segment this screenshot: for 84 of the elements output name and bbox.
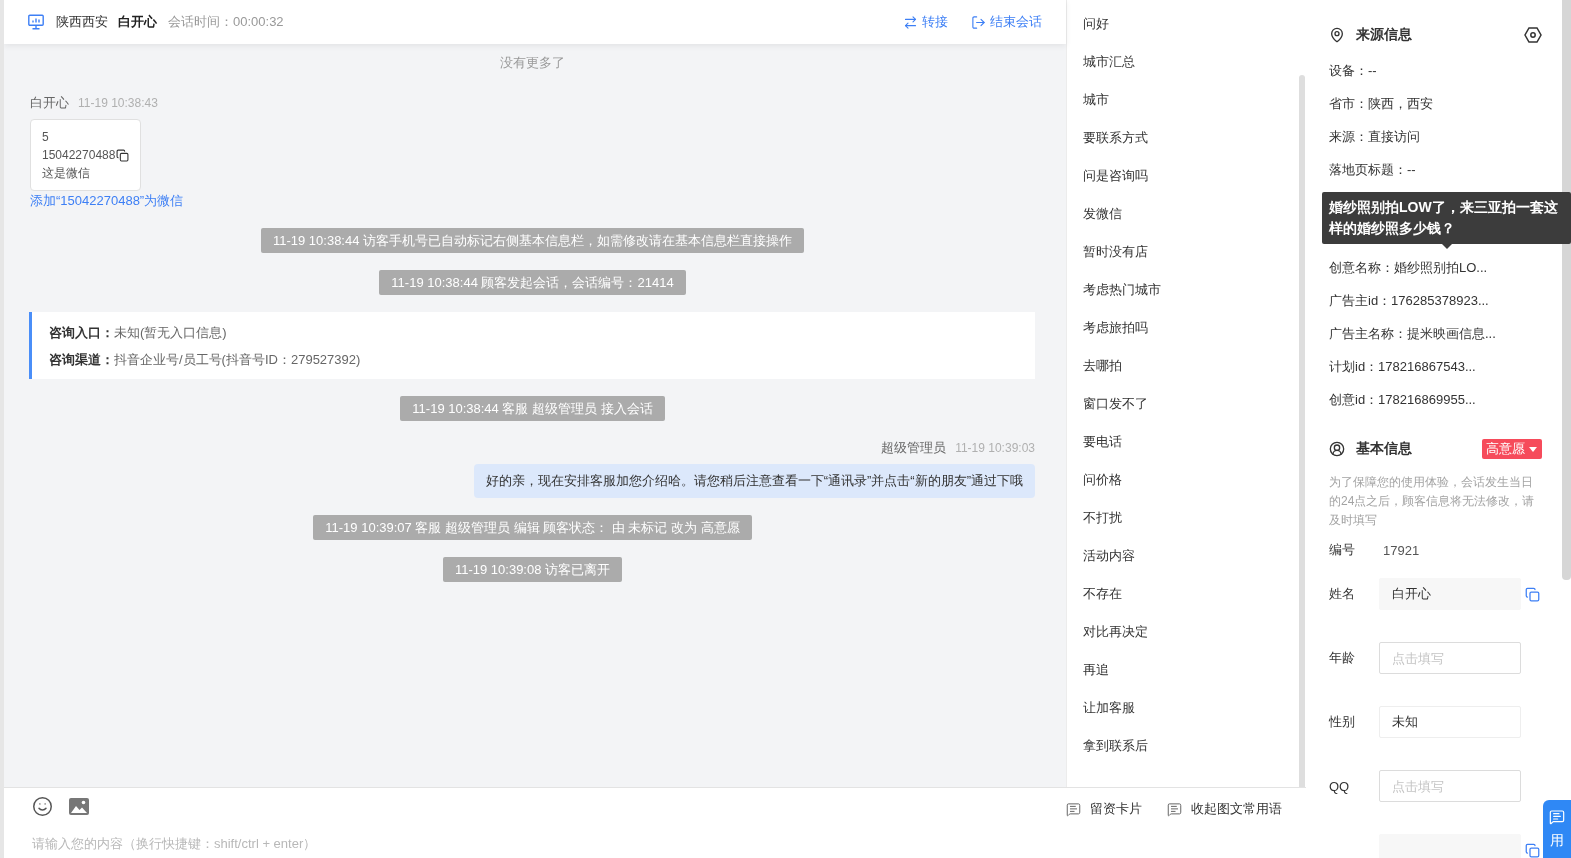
transfer-button[interactable]: 转接 <box>903 13 948 31</box>
info-value: 未知(暂无入口信息) <box>114 324 227 342</box>
quick-reply-item[interactable]: 问价格 <box>1067 461 1130 499</box>
tooltip: 婚纱照别拍LOW了，来三亚拍一套这样的婚纱照多少钱？ <box>1322 192 1571 249</box>
quick-reply-item[interactable]: 活动内容 <box>1067 537 1143 575</box>
monitor-icon <box>28 14 44 30</box>
message-time: 11-19 10:39:03 <box>955 440 1035 457</box>
system-message: 11-19 10:38:44 访客手机号已自动标记右侧基本信息栏，如需修改请在基本信息栏直接操作 <box>260 228 805 253</box>
field-label: 年龄 <box>1329 649 1356 667</box>
quick-reply-item[interactable]: 再追 <box>1067 651 1117 689</box>
notice-text: 为了保障您的使用体验，会话发生当日的24点之后，顾客信息将无法修改，请及时填写 <box>1329 474 1536 529</box>
field-label: 编号 <box>1329 541 1356 559</box>
visitor-location: 陕西西安 <box>56 13 108 31</box>
message-text: 这是微信 <box>42 165 90 182</box>
quick-reply-item[interactable]: 拿到联系后 <box>1067 727 1156 765</box>
location-pin-icon <box>1329 27 1345 43</box>
sender-name: 白开心 <box>30 94 69 112</box>
exit-icon <box>971 14 986 30</box>
toolbar-button[interactable]: 留资卡片 <box>1066 800 1142 818</box>
source-info-row-text: 广告主id：176285378923... <box>1329 292 1489 310</box>
source-info-row-text: 计划id：178216867543... <box>1329 358 1476 376</box>
source-info-row-text: 来源：直接访问 <box>1329 128 1420 146</box>
section-title: 来源信息 <box>1356 26 1412 44</box>
add-contact-link[interactable]: 添加“15042270488”为微信 <box>30 191 184 211</box>
quick-reply-item[interactable]: 对比再决定 <box>1067 613 1156 651</box>
no-more-text: 没有更多了 <box>500 54 565 72</box>
quick-reply-item[interactable]: 让加客服 <box>1067 689 1143 727</box>
system-message: 11-19 10:38:44 客服 超级管理员 接入会话 <box>400 396 665 421</box>
sender-name: 超级管理员 <box>881 439 947 457</box>
session-time: 会话时间：00:00:32 <box>168 13 284 31</box>
quick-reply-item[interactable]: 要联系方式 <box>1067 119 1156 157</box>
section-title: 基本信息 <box>1356 440 1412 458</box>
system-message: 11-19 10:38:44 顾客发起会话，会话编号：21414 <box>379 270 686 295</box>
system-message: 11-19 10:39:07 客服 超级管理员 编辑 顾客状态： 由 未标记 改为 高意愿 <box>313 515 752 540</box>
smile-icon[interactable] <box>32 795 53 817</box>
message-input[interactable]: 请输入您的内容（换行快捷键：shift/ctrl + enter） <box>32 829 1282 857</box>
quick-reply-item[interactable]: 问是咨询吗 <box>1067 157 1156 195</box>
swap-arrows-icon <box>903 14 918 30</box>
quick-reply-item[interactable]: 暂时没有店 <box>1067 233 1156 271</box>
select-field[interactable]: 未知 <box>1379 706 1521 738</box>
quick-reply-item[interactable]: 去哪拍 <box>1067 347 1130 385</box>
field-value: 17921 <box>1382 542 1420 558</box>
end-session-button[interactable]: 结束会话 <box>971 13 1042 31</box>
field-label: QQ <box>1329 778 1351 794</box>
hexagon-icon[interactable] <box>1524 27 1542 43</box>
system-message: 11-19 10:39:08 访客已离开 <box>442 557 623 582</box>
info-value: 抖音企业号/员工号(抖音号ID：279527392) <box>114 351 361 369</box>
message-text: 5 <box>42 129 49 146</box>
quick-reply-item[interactable]: 城市 <box>1067 81 1117 119</box>
message-icon <box>1167 801 1182 817</box>
field-label: 姓名 <box>1329 585 1356 603</box>
info-label: 咨询渠道： <box>49 351 114 369</box>
message-text: 15042270488 <box>42 147 116 164</box>
info-label: 咨询入口： <box>49 324 114 342</box>
quick-reply-item[interactable]: 考虑热门城市 <box>1067 271 1169 309</box>
quick-reply-item[interactable]: 问好 <box>1067 5 1117 43</box>
message-bubble: 好的亲，现在安排客服加您介绍哈。请您稍后注意查看一下“通讯录”并点击“新的朋友”通过下哦 <box>473 464 1035 498</box>
caret-down-icon <box>1529 446 1537 452</box>
quick-reply-item[interactable]: 不存在 <box>1067 575 1130 613</box>
quick-reply-item[interactable]: 不打扰 <box>1067 499 1130 537</box>
quick-reply-item[interactable]: 窗口发不了 <box>1067 385 1156 423</box>
field-label: 性别 <box>1329 713 1356 731</box>
source-info-row-text: 创意id：178216869955... <box>1329 391 1476 409</box>
source-info-row-text: 广告主名称：提米映画信息... <box>1329 325 1496 343</box>
source-info-row-text: 落地页标题：-- <box>1329 161 1416 179</box>
input-field[interactable]: 白开心 <box>1379 578 1521 610</box>
quick-reply-item[interactable]: 考虑旅拍吗 <box>1067 309 1156 347</box>
source-info-row-text: 创意名称：婚纱照别拍LO... <box>1329 259 1488 277</box>
scrollbar-thumb[interactable] <box>1562 0 1571 580</box>
quick-reply-item[interactable]: 城市汇总 <box>1067 43 1143 81</box>
feedback-button[interactable]: 用 <box>1543 800 1571 858</box>
image-icon[interactable] <box>69 797 89 815</box>
source-info-row-text: 省市：陕西，西安 <box>1329 95 1433 113</box>
message-icon <box>1066 801 1081 817</box>
message-icon <box>1549 809 1565 825</box>
copy-icon[interactable] <box>116 148 130 162</box>
scrollbar-thumb[interactable] <box>1299 75 1305 787</box>
quick-reply-item[interactable]: 发微信 <box>1067 195 1130 233</box>
visitor-name: 白开心 <box>118 13 157 31</box>
user-circle-icon <box>1329 441 1345 457</box>
message-time: 11-19 10:38:43 <box>78 95 158 112</box>
toolbar-button[interactable]: 收起图文常用语 <box>1167 800 1282 818</box>
source-info-row-text: 设备：-- <box>1329 62 1377 80</box>
quick-reply-item[interactable]: 要电话 <box>1067 423 1130 461</box>
